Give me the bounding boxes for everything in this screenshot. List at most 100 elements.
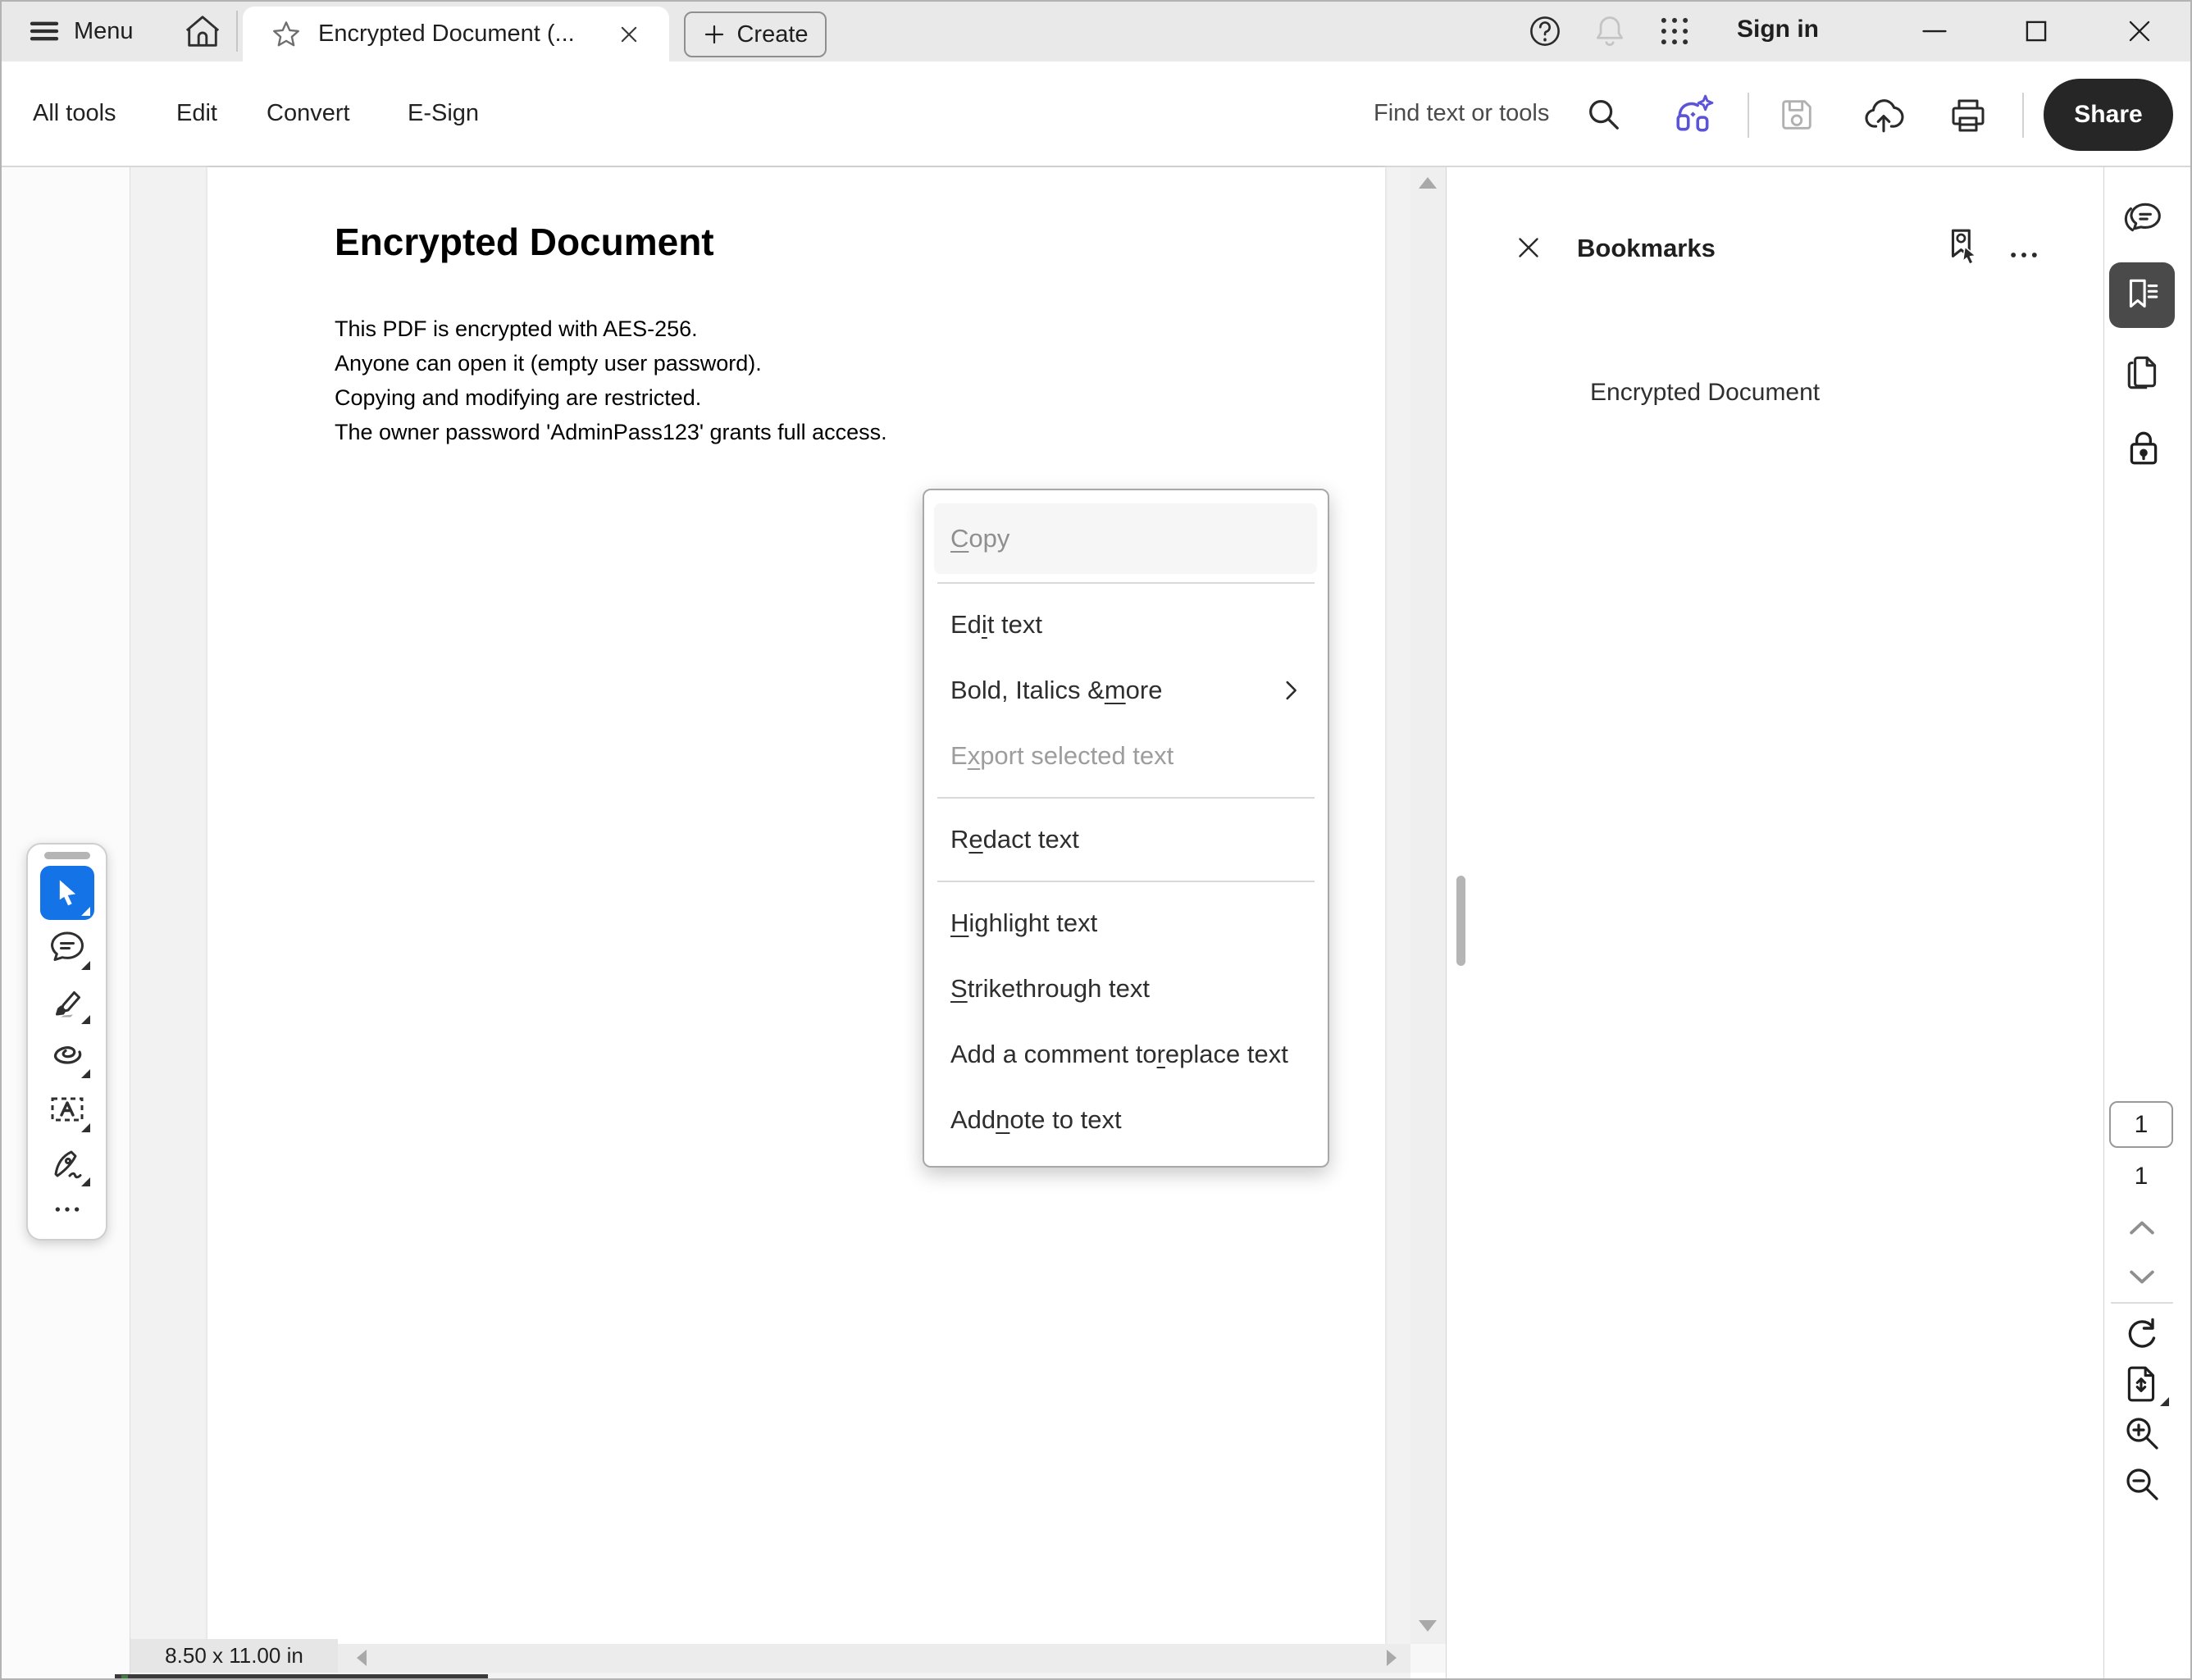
bookmark-entry[interactable]: Encrypted Document (1590, 379, 1820, 407)
document-tab[interactable]: Encrypted Document (... (243, 7, 669, 61)
highlight-tool-button[interactable] (40, 974, 94, 1028)
title-bar: Menu Encrypted Document (... Create (0, 0, 2192, 61)
previous-page-button[interactable] (2124, 1213, 2160, 1241)
menu-item-bold-italics-more[interactable]: Bold, Italics & more (924, 658, 1328, 723)
tab-edit[interactable]: Edit (176, 61, 217, 166)
plus-icon (702, 22, 727, 47)
print-icon[interactable] (1948, 96, 1988, 135)
more-tools-button[interactable] (40, 1191, 94, 1228)
background-window-strip (115, 1674, 488, 1680)
tab-close-icon[interactable] (617, 22, 641, 47)
scroll-up-arrow[interactable] (1419, 177, 1437, 189)
minimize-button[interactable] (1919, 16, 1950, 47)
app-menu-label: Menu (74, 18, 134, 45)
menu-item-redact-text[interactable]: Redact text (924, 807, 1328, 872)
fit-page-button[interactable] (2121, 1364, 2162, 1405)
pdf-line: Copying and modifying are restricted. (335, 380, 701, 415)
rotate-page-button[interactable] (2122, 1315, 2162, 1354)
page-count-label: 1 (2109, 1163, 2173, 1191)
scrollbar-corner (1410, 1644, 1446, 1673)
search-input[interactable]: Find text or tools (1374, 61, 1549, 166)
pdf-line: Anyone can open it (empty user password)… (335, 346, 762, 380)
save-icon[interactable] (1778, 96, 1816, 134)
share-button[interactable]: Share (2044, 79, 2173, 151)
security-settings-button[interactable] (2123, 427, 2164, 468)
pdf-line: This PDF is encrypted with AES-256. (335, 312, 698, 346)
ellipsis-icon (51, 1193, 84, 1226)
pdf-line: The owner password 'AdminPass123' grants… (335, 415, 887, 449)
close-window-button[interactable] (2124, 16, 2155, 47)
submenu-chevron-icon (1277, 676, 1305, 704)
menu-item-edit-text[interactable]: Edit text (924, 592, 1328, 658)
panel-resize-handle[interactable] (1456, 876, 1465, 966)
menu-separator (937, 582, 1315, 584)
menu-item-highlight-text[interactable]: Highlight text (924, 890, 1328, 956)
favorite-star-icon[interactable] (271, 19, 302, 50)
tool-flyout-indicator (81, 1123, 90, 1132)
home-button[interactable] (184, 12, 221, 50)
help-button[interactable] (1528, 14, 1562, 48)
tab-convert[interactable]: Convert (267, 61, 350, 166)
bookmarks-panel-title: Bookmarks (1577, 234, 1716, 263)
app-grid-button[interactable] (1657, 14, 1692, 48)
scroll-down-arrow[interactable] (1419, 1620, 1437, 1632)
scroll-left-arrow[interactable] (357, 1650, 367, 1666)
hamburger-icon (28, 15, 61, 48)
close-icon (2124, 16, 2155, 47)
bell-icon (1592, 13, 1628, 49)
app-menu-button[interactable]: Menu (28, 15, 134, 48)
cursor-arrow-icon (49, 875, 85, 911)
tab-all-tools[interactable]: All tools (33, 61, 116, 166)
maximize-button[interactable] (2021, 16, 2052, 47)
bookmarks-panel-button[interactable] (2109, 262, 2175, 328)
next-page-button[interactable] (2124, 1263, 2160, 1291)
tool-flyout-indicator (81, 961, 90, 970)
comments-panel-button[interactable] (2122, 198, 2163, 239)
tool-flyout-indicator (81, 907, 90, 916)
maximize-icon (2021, 16, 2052, 47)
menu-separator (937, 881, 1315, 882)
sign-in-button[interactable]: Sign in (1737, 16, 1819, 43)
select-tool-button[interactable] (40, 866, 94, 920)
tool-flyout-indicator (81, 1177, 90, 1186)
menu-item-add-comment-replace-text[interactable]: Add a comment to replace text (924, 1022, 1328, 1087)
page-number-input[interactable]: 1 (2109, 1101, 2173, 1148)
main-toolbar: All tools Edit Convert E-Sign Find text … (0, 61, 2192, 167)
zoom-out-button[interactable] (2122, 1464, 2162, 1504)
menu-separator (937, 797, 1315, 799)
titlebar-separator (236, 11, 238, 52)
page-thumbnails-button[interactable] (2123, 353, 2164, 394)
draw-tool-button[interactable] (40, 1028, 94, 1082)
create-button[interactable]: Create (684, 11, 827, 57)
menu-item-copy: Copy (934, 503, 1317, 574)
search-icon[interactable] (1584, 95, 1622, 133)
sign-tool-button[interactable] (40, 1136, 94, 1191)
menu-item-strikethrough-text[interactable]: Strikethrough text (924, 956, 1328, 1022)
add-text-box-tool-button[interactable] (40, 1082, 94, 1136)
minimize-icon (1919, 16, 1950, 47)
toolbar-separator-2 (2022, 93, 2024, 138)
zoom-in-button[interactable] (2122, 1414, 2162, 1453)
ai-assistant-icon[interactable] (1673, 94, 1714, 135)
fit-flyout-indicator (2160, 1397, 2169, 1406)
right-tools-rail (2103, 167, 2192, 1680)
upload-cloud-icon[interactable] (1863, 94, 1904, 135)
tool-flyout-indicator (81, 1015, 90, 1024)
toolbar-separator (1748, 93, 1749, 138)
bookmarks-options-icon[interactable] (2006, 237, 2042, 273)
create-label: Create (736, 21, 808, 48)
notifications-button[interactable] (1592, 13, 1628, 49)
menu-item-add-note-to-text[interactable]: Add note to text (924, 1087, 1328, 1153)
tab-esign[interactable]: E-Sign (408, 61, 479, 166)
add-bookmark-icon[interactable] (1943, 226, 1984, 267)
pdf-heading: Encrypted Document (335, 220, 714, 264)
rail-divider (2111, 1302, 2173, 1304)
toolbar-drag-handle[interactable] (44, 852, 90, 859)
vertical-scrollbar[interactable] (1410, 167, 1446, 1644)
help-icon (1528, 14, 1562, 48)
tab-title: Encrypted Document (... (318, 20, 605, 48)
close-bookmarks-icon[interactable] (1514, 233, 1543, 262)
comment-tool-button[interactable] (40, 920, 94, 974)
scroll-right-arrow[interactable] (1387, 1650, 1397, 1666)
bookmarks-panel: Bookmarks Encrypted Document (1446, 167, 2103, 1680)
